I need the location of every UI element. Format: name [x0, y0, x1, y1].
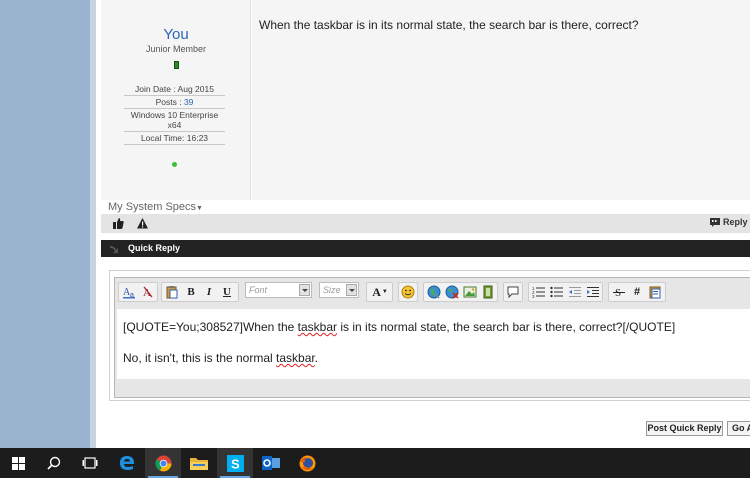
insert-image-icon[interactable]	[462, 284, 478, 300]
chrome-icon	[155, 455, 171, 471]
quote-icon	[710, 218, 720, 227]
browser-viewport: You Junior Member Join Date : Aug 2015 P…	[96, 0, 750, 448]
editor-text-line: No, it isn't, this is the normal taskbar…	[123, 351, 319, 365]
go-advanced-button[interactable]: Go A	[727, 421, 750, 436]
task-view-icon	[82, 457, 98, 469]
toolbar-group-text-style: B I U	[161, 282, 239, 302]
skype-icon: S	[226, 454, 244, 472]
misspelled-word: taskbar	[297, 320, 338, 334]
toolbar-group-lists: 123	[528, 282, 603, 302]
switch-editor-mode-icon[interactable]: A	[140, 284, 156, 300]
online-status-icon	[172, 162, 177, 167]
quick-reply-panel: Aa A B I U Font Size A ▼ 1 2 3 # [QUOTE=…	[109, 270, 750, 401]
user-title: Junior Member	[145, 44, 207, 54]
ordered-list-icon[interactable]: 123	[531, 284, 547, 300]
size-select[interactable]: Size	[319, 282, 359, 298]
start-button[interactable]	[0, 448, 36, 478]
font-select[interactable]: Font	[245, 282, 312, 298]
system-specs-toggle[interactable]: My System Specs▼	[108, 201, 203, 213]
stat-posts: Posts : 39	[124, 96, 225, 109]
task-view-button[interactable]	[72, 448, 108, 478]
font-dropdown-arrow-icon[interactable]	[299, 284, 310, 296]
editor-container: Aa A B I U Font Size A ▼ 1 2 3 # [QUOTE=…	[114, 277, 750, 398]
quick-reply-title: Quick Reply	[128, 243, 181, 253]
thumbs-up-icon[interactable]	[113, 218, 124, 229]
code-block-icon[interactable]	[647, 284, 663, 300]
reply-with-quote-button[interactable]: Reply W	[710, 217, 750, 227]
desktop-background	[0, 0, 90, 448]
caret-down-icon: ▼	[381, 289, 388, 295]
strikethrough-icon[interactable]: S	[611, 284, 627, 300]
svg-text:3: 3	[532, 294, 535, 299]
firefox-icon	[299, 455, 315, 471]
wrap-quote-icon[interactable]	[505, 284, 521, 300]
taskbar-search-button[interactable]	[36, 448, 72, 478]
post-username[interactable]: You	[101, 26, 251, 43]
misspelled-word: taskbar	[276, 351, 315, 365]
size-dropdown-arrow-icon[interactable]	[346, 284, 357, 296]
editor-toolbar: Aa A B I U Font Size A ▼ 1 2 3 #	[117, 280, 750, 304]
windows-start-icon	[11, 456, 25, 470]
toolbar-group-quote	[503, 282, 523, 302]
remove-format-icon[interactable]: Aa	[121, 284, 137, 300]
toolbar-group-format: Aa A	[118, 282, 158, 302]
posts-count-link[interactable]: 39	[184, 97, 193, 107]
toolbar-group-insert	[423, 282, 498, 302]
caret-down-icon: ▼	[196, 205, 203, 212]
reputation-icon	[174, 61, 179, 69]
indent-icon[interactable]	[585, 284, 601, 300]
insert-link-icon[interactable]	[426, 284, 442, 300]
toolbar-group-color: A ▼	[366, 282, 393, 302]
toolbar-group-misc: S #	[608, 282, 666, 302]
taskbar-file-explorer[interactable]	[181, 448, 217, 478]
font-color-button[interactable]: A ▼	[369, 284, 391, 300]
stat-join-date: Join Date : Aug 2015	[124, 83, 225, 96]
editor-text-line: [QUOTE=You;308527]When the taskbar is in…	[123, 320, 676, 334]
quick-reply-textarea[interactable]: [QUOTE=You;308527]When the taskbar is in…	[117, 309, 750, 379]
post-quick-reply-button[interactable]: Post Quick Reply	[646, 421, 723, 436]
stat-local-time: Local Time: 16:23	[124, 132, 225, 145]
outlook-icon	[262, 456, 280, 470]
svg-text:S: S	[231, 456, 240, 471]
search-icon	[47, 456, 61, 470]
post-user-info: You Junior Member Join Date : Aug 2015 P…	[101, 0, 251, 200]
report-warning-icon[interactable]	[137, 218, 148, 229]
edge-icon	[120, 456, 134, 470]
post-body: When the taskbar is in its normal state,…	[252, 0, 750, 200]
taskbar-firefox[interactable]	[289, 448, 325, 478]
svg-text:A: A	[143, 287, 151, 299]
unordered-list-icon[interactable]	[549, 284, 565, 300]
toolbar-group-smilies	[398, 282, 418, 302]
taskbar-outlook[interactable]	[253, 448, 289, 478]
windows-taskbar: S	[0, 448, 750, 478]
hashtag-icon[interactable]: #	[629, 284, 645, 300]
user-stats: Join Date : Aug 2015 Posts : 39 Windows …	[124, 83, 225, 145]
bold-button[interactable]: B	[183, 284, 199, 300]
paste-from-word-icon[interactable]	[164, 284, 180, 300]
outdent-icon[interactable]	[567, 284, 583, 300]
file-explorer-icon	[190, 458, 208, 470]
taskbar-skype[interactable]: S	[217, 448, 253, 478]
post-message: When the taskbar is in its normal state,…	[259, 18, 639, 32]
stat-os: Windows 10 Enterprise x64	[124, 109, 225, 132]
post-action-bar: Reply W	[101, 214, 750, 233]
underline-button[interactable]: U	[219, 284, 235, 300]
italic-button[interactable]: I	[201, 284, 217, 300]
taskbar-chrome[interactable]	[145, 448, 181, 478]
taskbar-edge[interactable]	[109, 448, 145, 478]
remove-link-icon[interactable]	[444, 284, 460, 300]
quick-reply-header[interactable]: Quick Reply	[101, 240, 750, 257]
smiley-icon[interactable]	[400, 284, 416, 300]
collapse-arrow-icon	[110, 246, 118, 253]
insert-video-icon[interactable]	[480, 284, 496, 300]
